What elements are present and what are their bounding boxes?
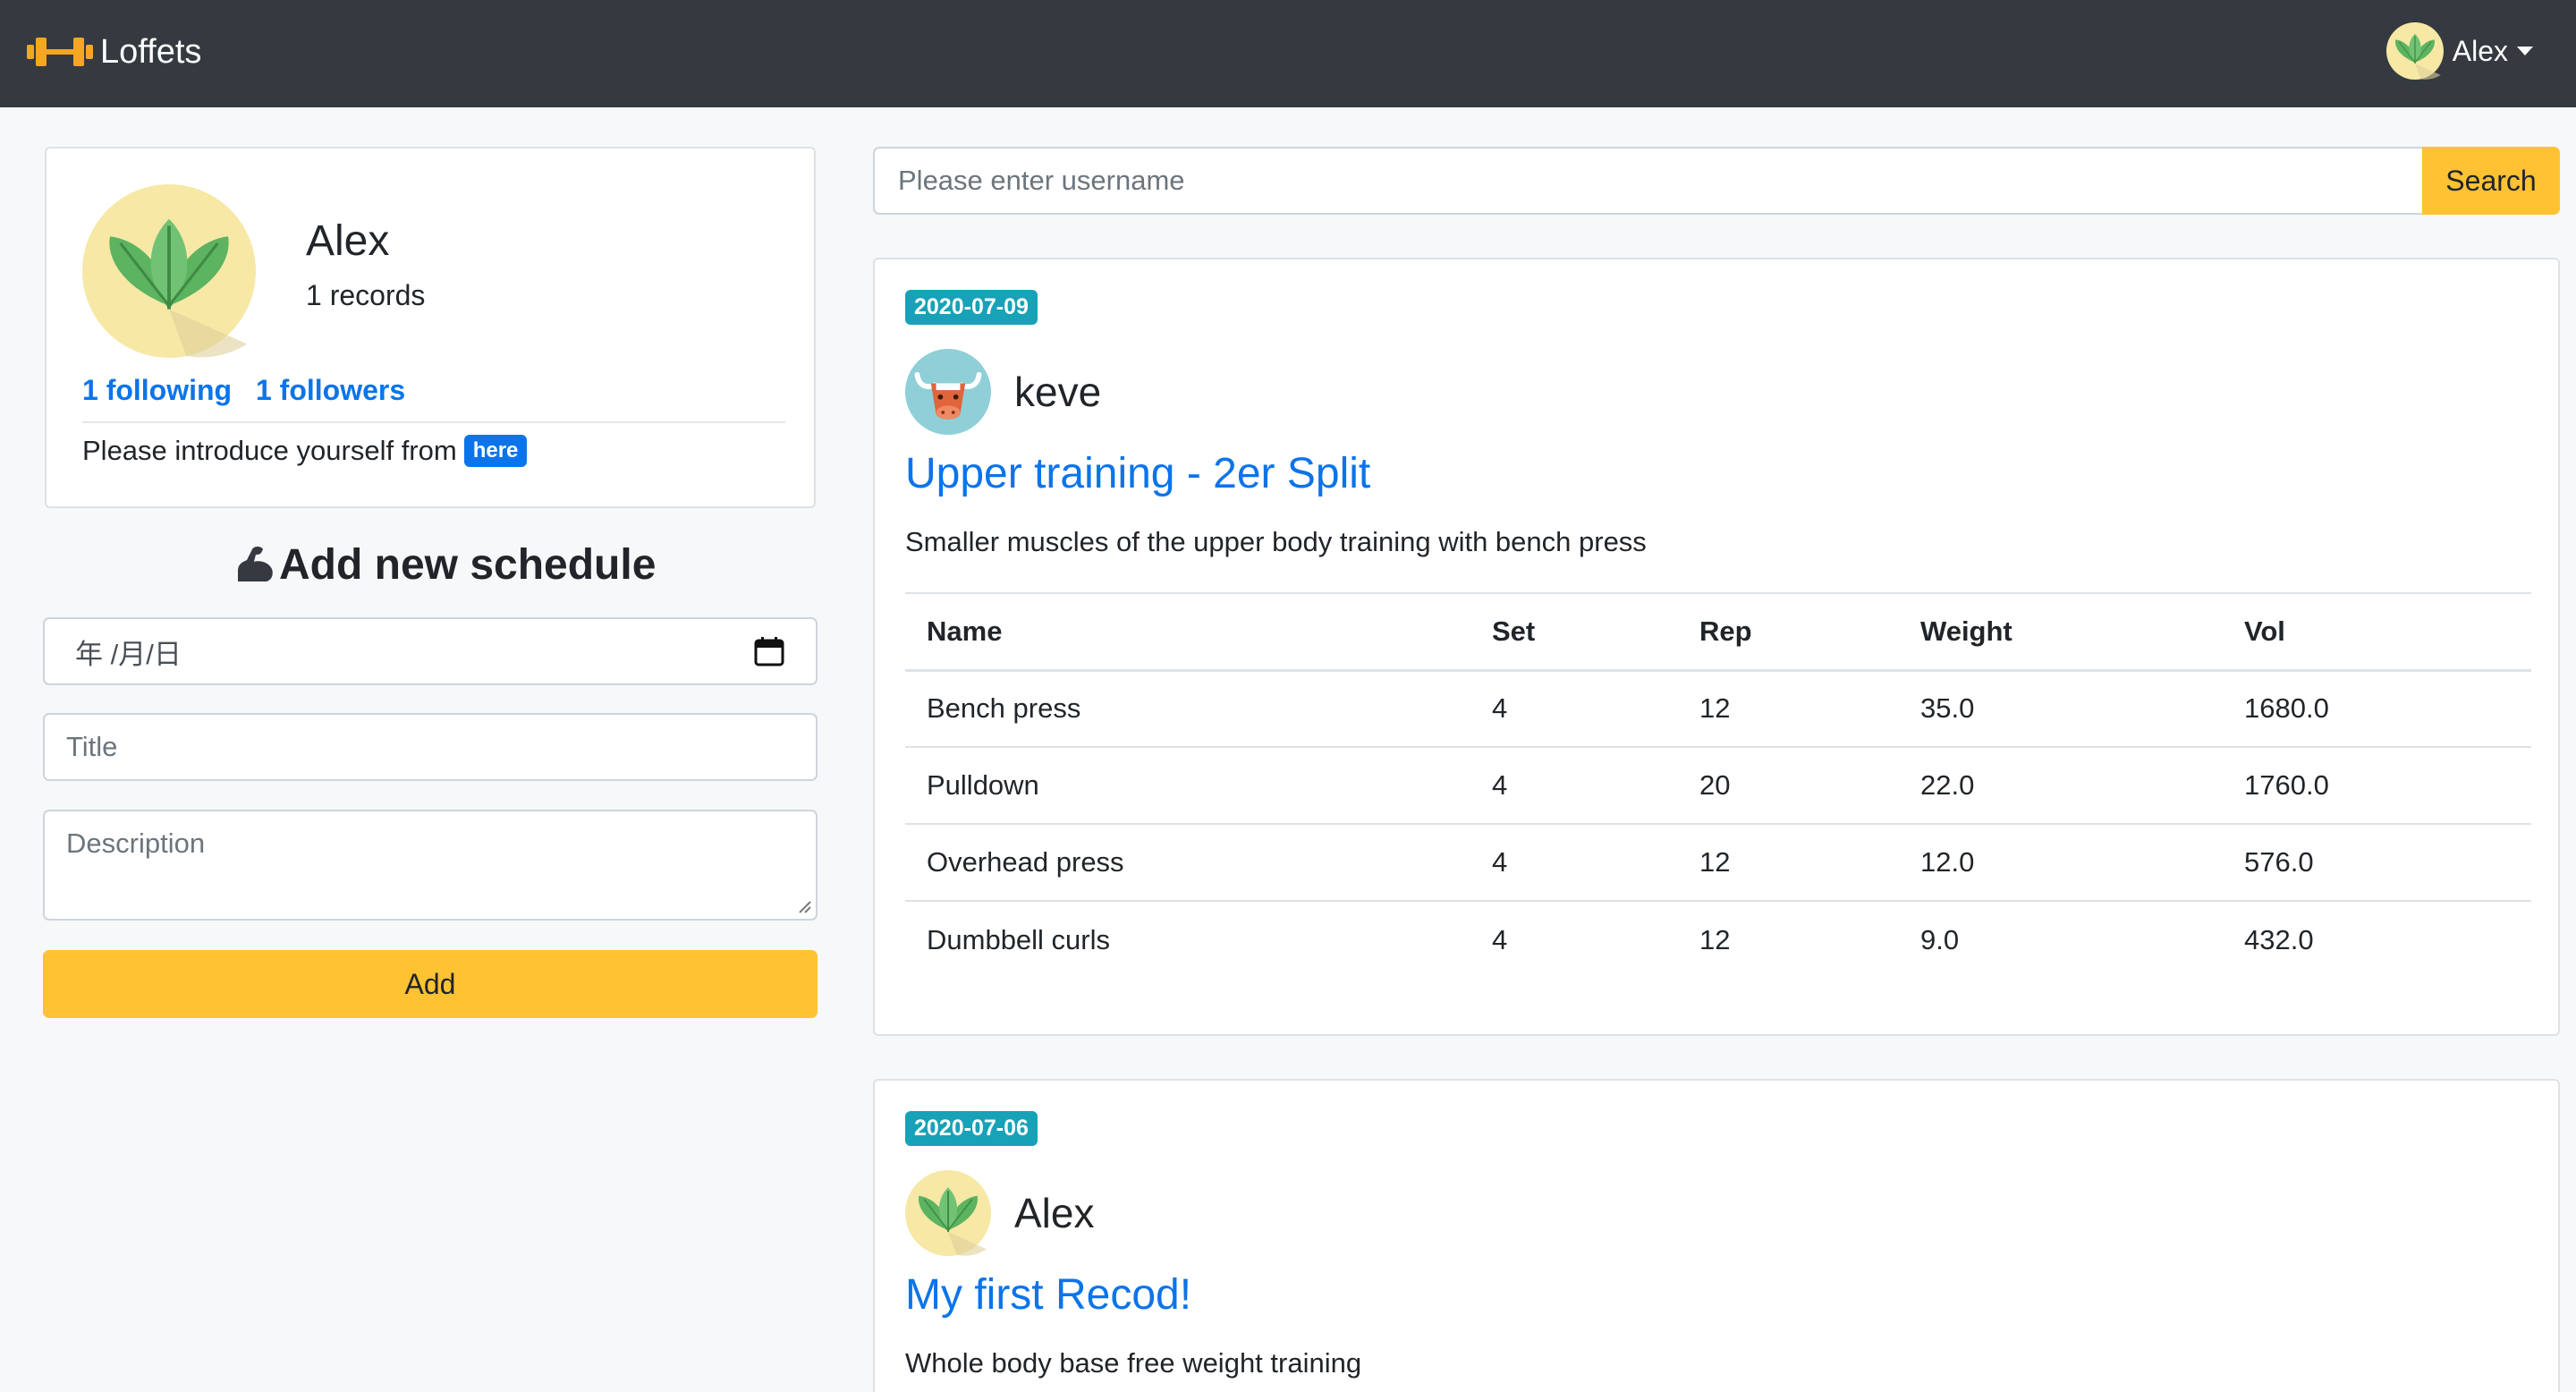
table-cell: 4 xyxy=(1470,824,1678,902)
table-cell: Overhead press xyxy=(905,824,1470,902)
date-placeholder: 年 /月/日 xyxy=(75,638,182,670)
table-cell: 576.0 xyxy=(2223,824,2531,902)
table-cell: 4 xyxy=(1470,670,1678,748)
table-cell: 20 xyxy=(1678,747,1899,825)
profile-card: Alex 1 records 1 following 1 followers P… xyxy=(45,147,816,508)
table-cell: 1680.0 xyxy=(2223,670,2531,748)
table-cell: Dumbbell curls xyxy=(927,923,1111,955)
table-cell: 432.0 xyxy=(2244,923,2314,955)
leaf-avatar-icon xyxy=(905,1170,991,1256)
exercise-table: Name Set Rep Weight Vol Bench press 4 12… xyxy=(905,592,2531,978)
table-cell: 1760.0 xyxy=(2223,747,2531,825)
schedule-heading: Add new schedule xyxy=(234,537,656,592)
leaf-avatar-icon xyxy=(82,184,256,358)
column-header: Weight xyxy=(1899,592,2223,672)
user-menu-toggle[interactable]: Alex xyxy=(2386,21,2533,81)
record-author-name: keve xyxy=(1014,369,1102,415)
table-cell: 4 xyxy=(1492,923,1508,955)
intro-row: Please introduce yourself from here xyxy=(82,435,528,467)
add-schedule-button[interactable]: Add xyxy=(43,950,818,1018)
intro-text: Please introduce yourself from xyxy=(82,435,457,466)
date-input[interactable]: 年 /月/日 xyxy=(43,617,818,685)
table-cell: 4 xyxy=(1470,747,1678,825)
table-cell: 12 xyxy=(1678,670,1899,748)
flexed-arm-icon xyxy=(238,547,273,581)
record-description: Whole body base free weight training xyxy=(905,1347,1362,1379)
profile-record-count: 1 records xyxy=(306,279,426,311)
record-card: 2020-07-06 Alex My first Recod! Whole bo… xyxy=(873,1079,2560,1392)
dumbbell-icon xyxy=(27,38,93,66)
column-header: Set xyxy=(1470,592,1678,672)
record-author-name: Alex xyxy=(1014,1190,1095,1236)
bull-avatar-icon xyxy=(905,349,991,435)
nav-user-name: Alex xyxy=(2452,34,2508,67)
profile-name: Alex xyxy=(306,217,390,265)
resize-grip-icon[interactable] xyxy=(796,898,812,914)
calendar-icon[interactable] xyxy=(753,635,785,667)
profile-divider xyxy=(82,421,785,423)
record-author[interactable]: Alex xyxy=(905,1170,1094,1256)
table-row: Pulldown 4 20 22.0 1760.0 xyxy=(905,747,2531,825)
column-header: Vol xyxy=(2223,592,2531,672)
record-title-link[interactable]: My first Recod! xyxy=(905,1270,1191,1320)
table-cell: 12.0 xyxy=(1899,824,2223,902)
brand-link[interactable]: Loffets xyxy=(27,27,201,77)
record-date-badge: 2020-07-06 xyxy=(905,1111,1038,1146)
schedule-heading-text: Add new schedule xyxy=(279,540,657,589)
table-row: Dumbbell curls 4 12 9.0 432.0 xyxy=(905,901,2531,978)
table-cell: 22.0 xyxy=(1899,747,2223,825)
table-header-row: Name Set Rep Weight Vol xyxy=(905,592,2531,672)
column-header: Name xyxy=(905,592,1470,672)
caret-down-icon xyxy=(2517,47,2533,55)
table-cell: Pulldown xyxy=(905,747,1470,825)
table-cell: 35.0 xyxy=(1899,670,2223,748)
followers-link[interactable]: 1 followers xyxy=(256,374,405,406)
record-card: 2020-07-09 keve Upper training - 2er Spl… xyxy=(873,258,2560,1036)
title-input[interactable] xyxy=(43,713,818,781)
top-navbar: Loffets Alex xyxy=(0,0,2576,107)
record-author[interactable]: keve xyxy=(905,349,1101,435)
intro-here-link[interactable]: here xyxy=(463,435,528,467)
leaf-avatar-icon xyxy=(2386,22,2444,80)
record-date-badge: 2020-07-09 xyxy=(905,290,1038,325)
description-input[interactable] xyxy=(43,810,818,921)
username-search-input[interactable] xyxy=(873,147,2424,215)
table-cell: 9.0 xyxy=(1920,923,1960,955)
column-header: Rep xyxy=(1678,592,1899,672)
following-link[interactable]: 1 following xyxy=(82,374,232,406)
table-row: Bench press 4 12 35.0 1680.0 xyxy=(905,670,2531,748)
follow-links: 1 following 1 followers xyxy=(82,374,421,407)
search-button[interactable]: Search xyxy=(2422,147,2560,215)
record-description: Smaller muscles of the upper body traini… xyxy=(905,526,1647,557)
table-cell: Bench press xyxy=(905,670,1470,748)
table-cell: 12 xyxy=(1678,824,1899,902)
table-row: Overhead press 4 12 12.0 576.0 xyxy=(905,824,2531,902)
record-title-link[interactable]: Upper training - 2er Split xyxy=(905,449,1370,498)
brand-name: Loffets xyxy=(100,32,202,71)
table-cell: 12 xyxy=(1699,923,1731,955)
